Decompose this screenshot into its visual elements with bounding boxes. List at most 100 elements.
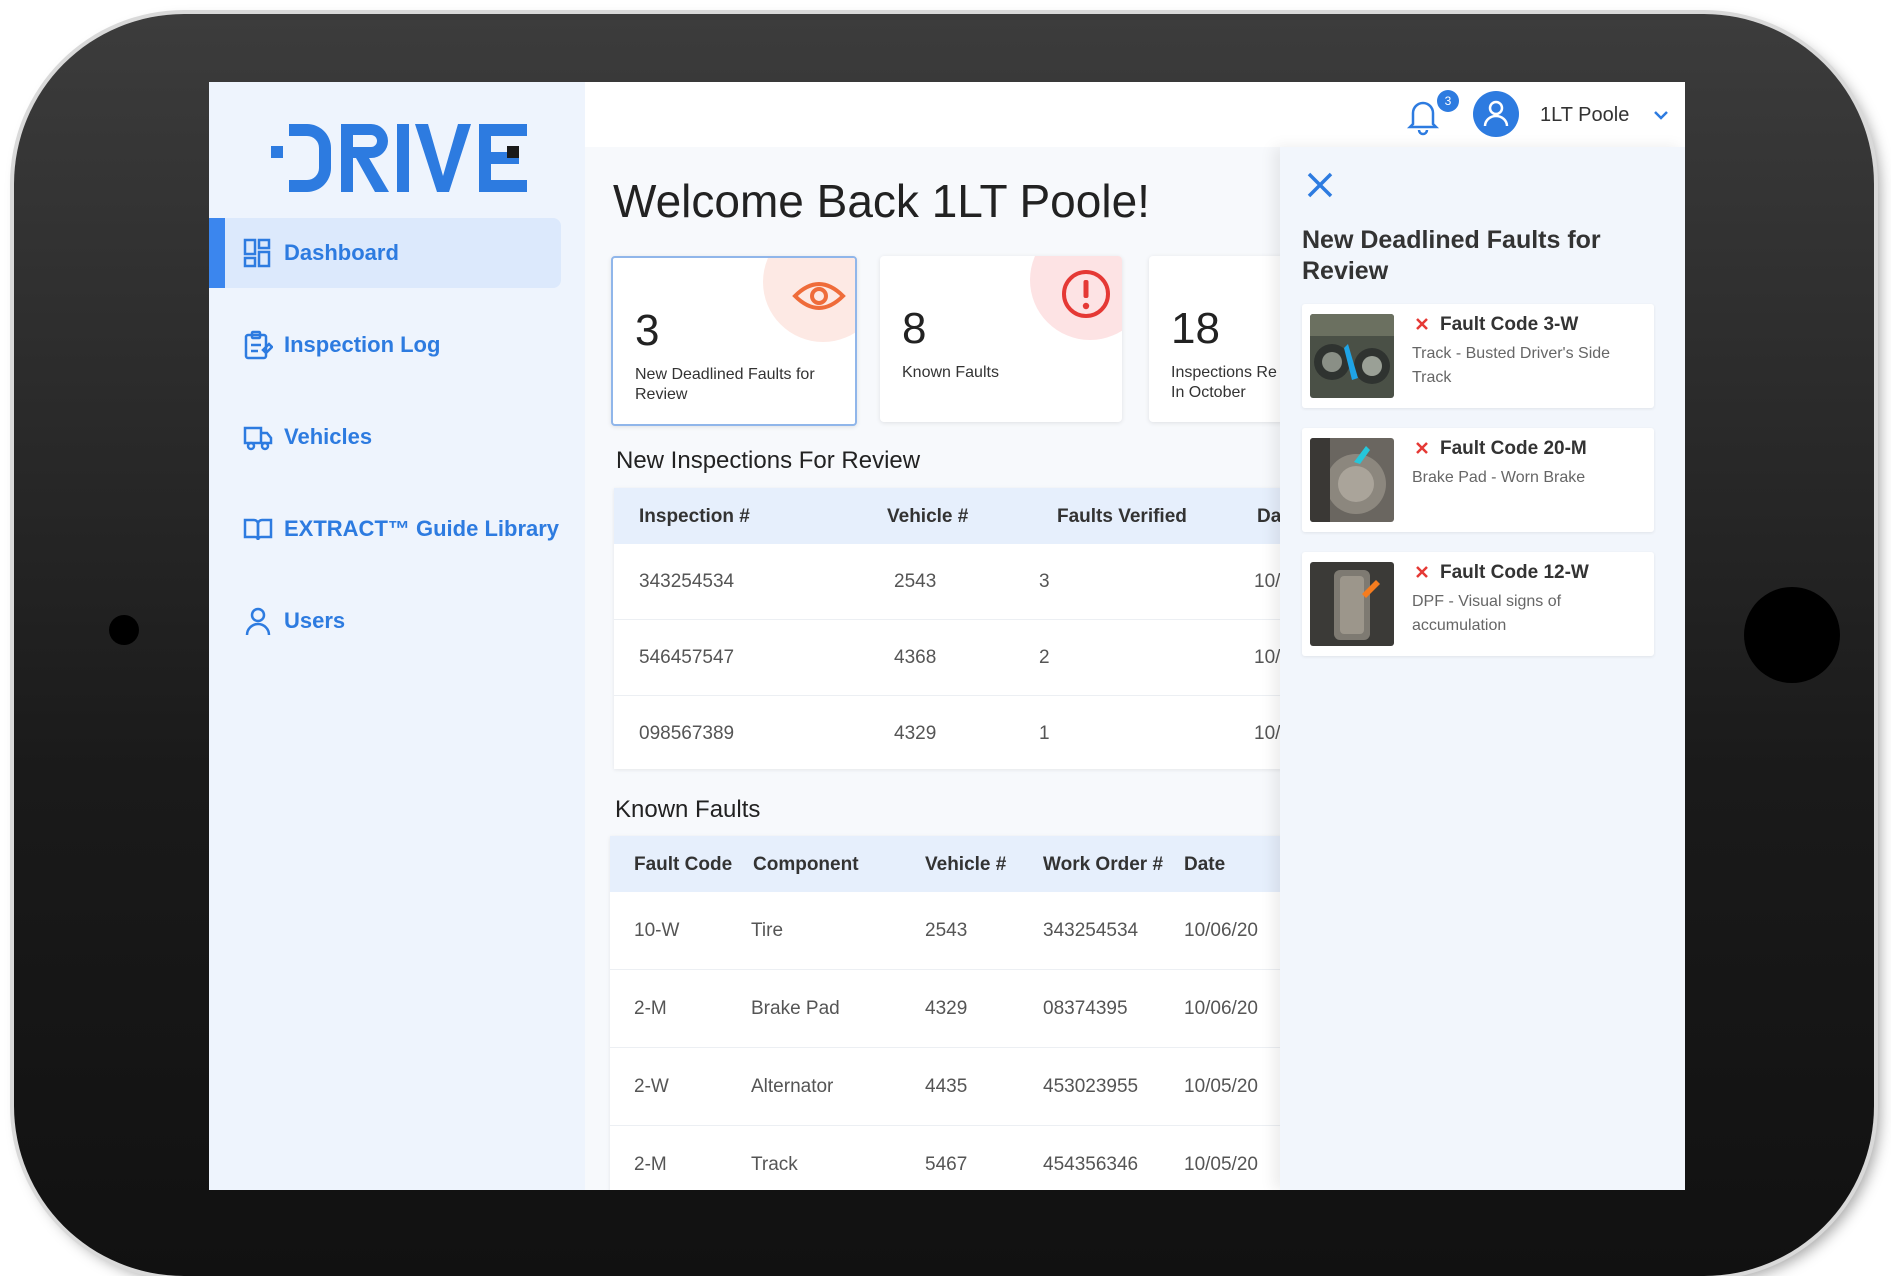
stat-value: 3 [635, 306, 660, 355]
cell-inspection: 546457547 [639, 647, 735, 668]
inspections-table: Inspection # Vehicle # Faults Verified D… [614, 488, 1294, 769]
close-icon [1416, 566, 1428, 578]
close-icon[interactable] [1304, 169, 1336, 201]
stat-card-deadlined[interactable]: 3 New Deadlined Faults for Review [611, 256, 857, 426]
cell-vehicle: 4435 [925, 1076, 968, 1097]
cell-date: 10/ [1254, 571, 1281, 592]
stat-value: 18 [1171, 304, 1220, 353]
cell-date: 10/ [1254, 723, 1281, 744]
table-header: Inspection # Vehicle # Faults Verified D… [614, 488, 1294, 544]
known-faults-title: Known Faults [615, 796, 761, 823]
close-icon [1416, 442, 1428, 454]
user-icon [245, 607, 271, 636]
stat-label: Known Faults [902, 364, 999, 381]
panel-title: New Deadlined Faults for Review [1302, 226, 1601, 285]
fault-code: Fault Code 12-W [1440, 562, 1589, 583]
known-faults-table: Fault Code Component Vehicle # Work Orde… [610, 836, 1294, 1190]
cell-faults: 1 [1039, 723, 1050, 744]
deadlined-faults-panel: New Deadlined Faults for Review Fault Co… [1280, 147, 1685, 1190]
cell-faults: 2 [1039, 647, 1050, 668]
stat-label: New Deadlined Faults for Review [635, 366, 815, 403]
column-header[interactable]: Component [753, 854, 859, 876]
cell-work-order: 343254534 [1043, 920, 1139, 941]
table-row[interactable]: 2-M Track 5467 454356346 10/05/20 [610, 1126, 1294, 1190]
sidebar-item-label: Users [284, 608, 346, 633]
cell-faults: 3 [1039, 571, 1050, 592]
cell-inspection: 098567389 [639, 723, 735, 744]
cell-work-order: 454356346 [1043, 1154, 1139, 1175]
user-name[interactable]: 1LT Poole [1540, 104, 1629, 127]
drive-logo [271, 124, 527, 192]
table-row[interactable]: 546457547 4368 2 10/ [614, 620, 1294, 696]
cell-vehicle: 4329 [925, 998, 968, 1019]
fault-card[interactable]: Fault Code 3-W Track - Busted Driver's S… [1302, 304, 1654, 408]
user-avatar-icon [1483, 100, 1509, 127]
sidebar-item-label: Vehicles [284, 424, 373, 449]
sidebar-item-inspection-log[interactable]: Inspection Log [209, 310, 561, 380]
cell-vehicle: 5467 [925, 1154, 968, 1175]
cell-fault-code: 2-M [634, 1154, 667, 1175]
bell-icon[interactable] [1405, 96, 1441, 136]
fault-card[interactable]: Fault Code 20-M Brake Pad - Worn Brake [1302, 428, 1654, 532]
close-icon [1416, 318, 1428, 330]
clipboard-icon [244, 330, 273, 360]
fault-card[interactable]: Fault Code 12-W DPF - Visual signs of ac… [1302, 552, 1654, 656]
eye-icon [792, 282, 846, 310]
cell-date: 10/05/20 [1184, 1076, 1258, 1097]
cell-component: Alternator [751, 1076, 834, 1097]
fault-description: Track - Busted Driver's Side Track [1412, 345, 1611, 386]
column-header[interactable]: Fault Code [634, 854, 732, 876]
cell-date: 10/06/20 [1184, 920, 1258, 941]
column-header[interactable]: Inspection # [639, 506, 750, 528]
fault-code: Fault Code 3-W [1440, 314, 1579, 335]
stat-value: 8 [902, 304, 927, 353]
cell-component: Brake Pad [751, 998, 840, 1019]
chevron-down-icon[interactable] [1652, 108, 1670, 122]
cell-fault-code: 10-W [634, 920, 680, 941]
sidebar: Dashboard Inspection Log Vehicles EXTRAC… [209, 82, 585, 1190]
notification-badge: 3 [1437, 90, 1459, 112]
fault-code: Fault Code 20-M [1440, 438, 1587, 459]
table-header: Fault Code Component Vehicle # Work Orde… [610, 836, 1294, 892]
fault-photo-brake [1310, 438, 1394, 522]
column-header[interactable]: Work Order # [1043, 854, 1163, 876]
column-header[interactable]: Vehicle # [925, 854, 1006, 876]
dashboard-icon [243, 238, 271, 268]
home-button[interactable] [1744, 587, 1840, 683]
fault-description: Brake Pad - Worn Brake [1412, 469, 1586, 486]
column-header[interactable]: Date [1184, 854, 1225, 876]
sidebar-item-dashboard[interactable]: Dashboard [209, 218, 561, 288]
cell-vehicle: 4329 [894, 723, 937, 744]
cell-fault-code: 2-W [634, 1076, 669, 1097]
cell-inspection: 343254534 [639, 571, 735, 592]
fault-photo-track [1310, 314, 1394, 398]
column-header[interactable]: Vehicle # [887, 506, 968, 528]
sidebar-item-guide-library[interactable]: EXTRACT™ Guide Library [209, 494, 561, 564]
sidebar-item-users[interactable]: Users [209, 586, 561, 656]
avatar[interactable] [1473, 91, 1519, 137]
cell-date: 10/ [1254, 647, 1281, 668]
camera-dot [109, 615, 139, 645]
fault-description: DPF - Visual signs of accumulation [1412, 593, 1562, 634]
alert-icon [1062, 270, 1110, 318]
app-screen: Dashboard Inspection Log Vehicles EXTRAC… [209, 82, 1685, 1190]
cell-work-order: 453023955 [1043, 1076, 1139, 1097]
column-header[interactable]: Da [1257, 506, 1281, 528]
table-row[interactable]: 2-M Brake Pad 4329 08374395 10/06/20 [610, 970, 1294, 1048]
sidebar-item-vehicles[interactable]: Vehicles [209, 402, 561, 472]
table-row[interactable]: 343254534 2543 3 10/ [614, 544, 1294, 620]
sidebar-item-label: EXTRACT™ Guide Library [284, 516, 560, 541]
table-row[interactable]: 10-W Tire 2543 343254534 10/06/20 [610, 892, 1294, 970]
sidebar-item-label: Inspection Log [284, 332, 441, 357]
table-row[interactable]: 098567389 4329 1 10/ [614, 696, 1294, 769]
stat-card-known-faults[interactable]: 8 Known Faults [880, 256, 1122, 422]
table-row[interactable]: 2-W Alternator 4435 453023955 10/05/20 [610, 1048, 1294, 1126]
inspections-title: New Inspections For Review [616, 447, 921, 474]
cell-vehicle: 4368 [894, 647, 937, 668]
truck-icon [243, 426, 273, 451]
fault-photo-dpf [1310, 562, 1394, 646]
cell-fault-code: 2-M [634, 998, 667, 1019]
column-header[interactable]: Faults Verified [1057, 506, 1187, 528]
cell-date: 10/06/20 [1184, 998, 1258, 1019]
page-title: Welcome Back 1LT Poole! [613, 175, 1150, 227]
